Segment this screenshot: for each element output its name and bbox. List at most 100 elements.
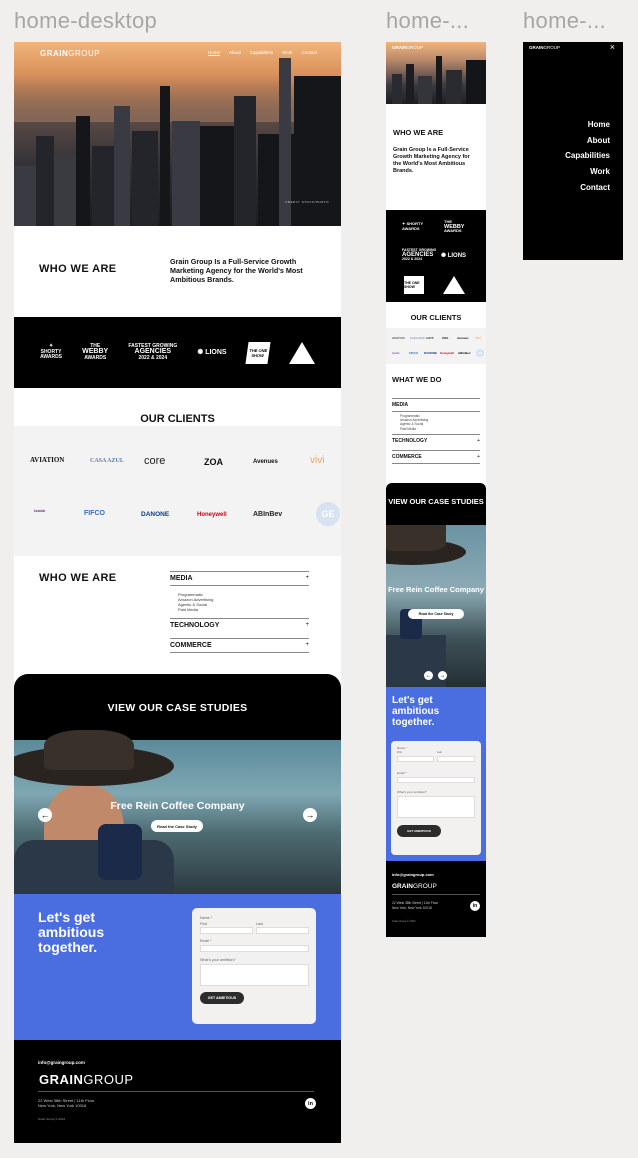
tablet-case-heading: VIEW OUR CASE STUDIES bbox=[388, 497, 484, 506]
tablet-contact-form: Name * First Last Email * What's your am… bbox=[391, 741, 481, 855]
read-case-study-button[interactable]: Read the Case Study bbox=[151, 820, 203, 832]
tablet-what-heading: WHAT WE DO bbox=[392, 375, 442, 384]
tablet-award-agencies: FASTEST GROWING AGENCIES 2022 & 2024 bbox=[402, 248, 437, 261]
tablet-last-name-input[interactable] bbox=[437, 756, 475, 762]
nav-work[interactable]: Work bbox=[282, 50, 292, 55]
case-studies-section: VIEW OUR CASE STUDIES Free Rein Coffee C… bbox=[14, 674, 341, 894]
tablet-email-label: Email * bbox=[397, 771, 407, 775]
nav-home[interactable]: Home bbox=[208, 50, 220, 55]
contact-form: Name * First Last Email * What's your am… bbox=[192, 908, 316, 1024]
first-name-input[interactable] bbox=[200, 927, 253, 934]
hero-image: GRAINGROUP Home About Capabilities Work … bbox=[14, 42, 341, 226]
footer-logo: GRAINGROUP bbox=[39, 1072, 134, 1087]
clients-heading: OUR CLIENTS bbox=[140, 413, 215, 425]
tablet-awards: ✦ SHORTY AWARDS THE WEBBY AWARDS FASTEST GR… bbox=[386, 210, 486, 302]
award-shorty: ✦ SHORTY AWARDS bbox=[40, 343, 63, 361]
email-label: Email * bbox=[200, 939, 212, 943]
mobile-nav-capabilities[interactable]: Capabilities bbox=[565, 151, 610, 160]
tablet-client-core: core bbox=[426, 335, 434, 340]
tablet-client-casa-azul: CASA AZUL bbox=[410, 336, 426, 340]
tablet-accordion-media[interactable]: MEDIA bbox=[392, 399, 480, 411]
tablet-frame: GRAINGROUP WHO WE ARE Grain Group Is a F… bbox=[386, 42, 486, 937]
nav-capabilities[interactable]: Capabilities bbox=[250, 50, 273, 55]
prev-arrow-icon[interactable]: ← bbox=[38, 808, 52, 822]
tablet-who-text: Grain Group Is a Full-Service Growth Mar… bbox=[393, 147, 470, 174]
tablet-last-label: Last bbox=[437, 751, 442, 754]
client-logo-abinbev: ABInBev bbox=[253, 511, 283, 518]
desktop-frame: GRAINGROUP Home About Capabilities Work … bbox=[14, 42, 341, 1143]
case-study-title: Free Rein Coffee Company bbox=[110, 800, 245, 812]
who-we-are-heading: WHO WE ARE bbox=[39, 263, 117, 275]
header-nav: Home About Capabilities Work Contact bbox=[208, 50, 317, 55]
client-logo-zoa: ZOA bbox=[204, 457, 223, 467]
nav-contact[interactable]: Contact bbox=[301, 50, 317, 55]
tablet-client-honeywell: Honeywell bbox=[440, 351, 454, 355]
tablet-accordion-technology[interactable]: TECHNOLOGY + bbox=[392, 433, 480, 447]
tablet-accordion: MEDIA Programmatic Amazon Advertising Agen… bbox=[392, 398, 480, 464]
tablet-award-webby: THE WEBBY AWARDS bbox=[444, 219, 465, 233]
close-icon[interactable]: × bbox=[610, 42, 615, 52]
mobile-nav-work[interactable]: Work bbox=[590, 167, 610, 176]
next-arrow-icon[interactable]: → bbox=[303, 808, 317, 822]
tablet-clients-heading: OUR CLIENTS bbox=[410, 313, 462, 322]
tablet-linkedin-icon[interactable]: in bbox=[470, 901, 480, 911]
client-logo-casa-azul: CASA AZUL bbox=[90, 458, 124, 464]
tablet-award-one-show: THE ONE SHOW bbox=[404, 276, 424, 294]
tablet-client-aviation: AVIATION bbox=[392, 336, 405, 340]
tablet-next-arrow-icon[interactable]: → bbox=[438, 671, 447, 680]
client-logo-vivi: vivi bbox=[310, 455, 325, 466]
tablet-contact: Let's get ambitious together. Name * Fir… bbox=[386, 687, 486, 861]
tablet-ambition-textarea[interactable] bbox=[397, 796, 475, 818]
tablet-read-case-button[interactable]: Read the Case Study bbox=[408, 609, 464, 619]
tablet-contact-heading: Let's get ambitious together. bbox=[392, 695, 440, 728]
tablet-case-image: Free Rein Coffee Company Read the Case S… bbox=[386, 525, 486, 687]
clients-grid: AVIATION CASA AZUL core ZOA Avenues vivi… bbox=[14, 426, 341, 556]
client-logo-aviation: AVIATION bbox=[30, 456, 65, 464]
mobile-header-logo[interactable]: GRAINGROUP bbox=[529, 45, 560, 50]
tablet-footer-email[interactable]: info@graingroup.com bbox=[392, 872, 434, 877]
tablet-accordion-commerce[interactable]: COMMERCE + bbox=[392, 449, 480, 464]
mobile-nav-contact[interactable]: Contact bbox=[580, 183, 610, 192]
tablet-client-fifco: FIFCO bbox=[409, 351, 418, 355]
mobile-nav-home[interactable]: Home bbox=[588, 120, 610, 129]
frame-title-mobile: home-... bbox=[523, 8, 607, 33]
last-name-input[interactable] bbox=[256, 927, 309, 934]
nav-about[interactable]: About bbox=[229, 50, 241, 55]
linkedin-icon[interactable]: in bbox=[305, 1098, 316, 1109]
footer-copyright: Grain Group © 2024 bbox=[38, 1117, 66, 1121]
email-input[interactable] bbox=[200, 945, 309, 952]
tablet-name-label: Name * bbox=[397, 746, 408, 750]
tablet-media-items: Programmatic Amazon Advertising Agentic & … bbox=[392, 411, 480, 434]
tablet-clients-grid: AVIATION CASA AZUL core ZOA Avenues vivi… bbox=[386, 328, 486, 364]
get-ambitious-button[interactable]: GET AMBITIOUS bbox=[200, 992, 244, 1004]
tablet-footer-divider bbox=[392, 894, 480, 895]
award-webby: THE WEBBY AWARDS bbox=[82, 342, 109, 361]
tablet-client-zoa: ZOA bbox=[442, 336, 449, 340]
name-label: Name * bbox=[200, 916, 212, 920]
client-logo-danone: DANONE bbox=[141, 511, 170, 518]
footer-email[interactable]: info@graingroup.com bbox=[38, 1060, 85, 1065]
tablet-award-shorty: ✦ SHORTY AWARDS bbox=[402, 221, 424, 231]
tablet-case-title: Free Rein Coffee Company bbox=[388, 585, 484, 594]
tablet-header-logo[interactable]: GRAINGROUP bbox=[392, 45, 423, 50]
ambition-textarea[interactable] bbox=[200, 964, 309, 986]
case-study-image: Free Rein Coffee Company Read the Case S… bbox=[14, 730, 341, 894]
tablet-footer-address: 22 West 38th Street | 11th Floor New York… bbox=[392, 901, 439, 910]
tablet-prev-arrow-icon[interactable]: ← bbox=[424, 671, 433, 680]
accordion-media[interactable]: MEDIA + bbox=[170, 571, 309, 585]
tablet-client-danone: DANONE bbox=[424, 351, 438, 355]
tablet-email-input[interactable] bbox=[397, 777, 475, 783]
header-logo[interactable]: GRAINGROUP bbox=[40, 49, 100, 58]
tablet-client-isaiah: Isaiah bbox=[392, 351, 400, 355]
accordion-commerce[interactable]: COMMERCE + bbox=[170, 638, 309, 653]
tablet-footer: info@graingroup.com GRAINGROUP 22 West 3… bbox=[386, 861, 486, 937]
mobile-nav-about[interactable]: About bbox=[587, 136, 610, 145]
tablet-footer-copyright: Grain Group © 2024 bbox=[392, 920, 416, 923]
last-label: Last bbox=[256, 922, 263, 926]
tablet-get-ambitious-button[interactable]: GET AMBITIOUS bbox=[397, 825, 441, 837]
tablet-first-name-input[interactable] bbox=[397, 756, 434, 762]
accordion-technology[interactable]: TECHNOLOGY + bbox=[170, 618, 309, 632]
mobile-menu-frame: GRAINGROUP × Home About Capabilities Wor… bbox=[523, 42, 623, 260]
hero-caption: CREDIT: STOCK/PHOTO bbox=[285, 200, 329, 204]
award-one-show: THE ONE SHOW bbox=[245, 341, 271, 364]
